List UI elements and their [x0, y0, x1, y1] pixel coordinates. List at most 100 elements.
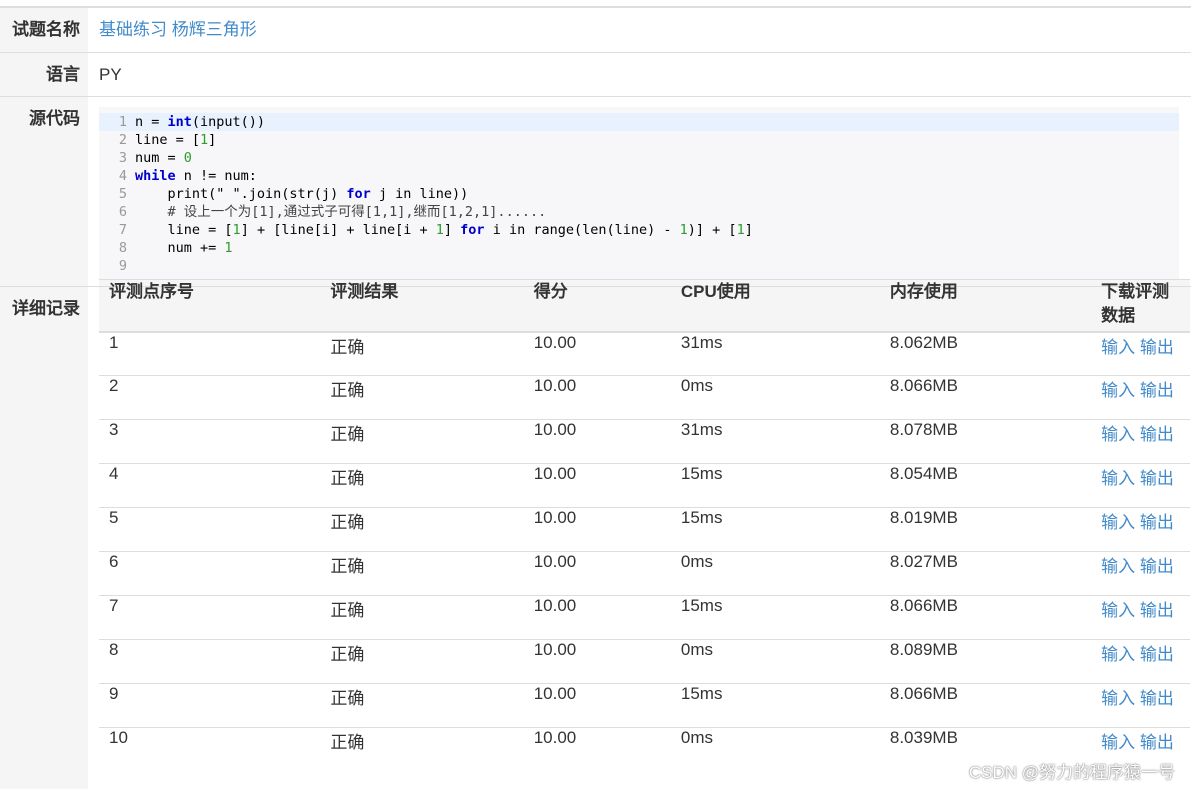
code-token: 1 — [232, 222, 241, 238]
download-input-link[interactable]: 输入 — [1101, 338, 1135, 357]
code-token: ] — [208, 132, 217, 148]
problem-title-row: 试题名称 基础练习 杨辉三角形 — [0, 7, 1191, 53]
code-token: 1 — [736, 222, 745, 238]
download-output-link[interactable]: 输出 — [1140, 733, 1174, 752]
problem-title-link[interactable]: 基础练习 杨辉三角形 — [99, 20, 257, 39]
download-input-link[interactable]: 输入 — [1101, 469, 1135, 488]
memory-cell: 8.089MB — [879, 639, 1092, 684]
cpu-cell: 0ms — [670, 727, 880, 772]
table-row: 5 正确 10.00 15ms 8.019MB 输入 输出 — [99, 507, 1190, 552]
download-cell: 输入 输出 — [1091, 331, 1190, 376]
memory-cell: 8.066MB — [879, 683, 1092, 728]
code-line: 5 print(" ".join(str(j) for j in line)) — [99, 185, 1179, 203]
memory-cell: 8.054MB — [879, 463, 1092, 508]
case-number-cell: 2 — [99, 375, 321, 420]
download-output-link[interactable]: 输出 — [1140, 601, 1174, 620]
download-input-link[interactable]: 输入 — [1101, 513, 1135, 532]
case-number-cell: 9 — [99, 683, 321, 728]
score-cell: 10.00 — [523, 419, 671, 464]
submission-info-table: 试题名称 基础练习 杨辉三角形 语言 PY 源代码 1n = int(input… — [0, 7, 1191, 789]
table-row: 1 正确 10.00 31ms 8.062MB 输入 输出 — [99, 331, 1190, 376]
code-token: n = — [135, 114, 168, 130]
code-token: while — [135, 168, 176, 184]
result-cell: 正确 — [320, 419, 524, 464]
memory-cell: 8.066MB — [879, 595, 1092, 640]
download-input-link[interactable]: 输入 — [1101, 689, 1135, 708]
download-output-link[interactable]: 输出 — [1140, 469, 1174, 488]
download-input-link[interactable]: 输入 — [1101, 733, 1135, 752]
cpu-cell: 31ms — [670, 419, 880, 464]
download-input-link[interactable]: 输入 — [1101, 381, 1135, 400]
download-output-link[interactable]: 输出 — [1140, 381, 1174, 400]
result-cell: 正确 — [320, 375, 524, 420]
cpu-cell: 0ms — [670, 551, 880, 596]
score-cell: 10.00 — [523, 463, 671, 508]
header-result: 评测结果 — [320, 279, 524, 333]
download-output-link[interactable]: 输出 — [1140, 645, 1174, 664]
score-cell: 10.00 — [523, 551, 671, 596]
download-cell: 输入 输出 — [1091, 419, 1190, 464]
download-output-link[interactable]: 输出 — [1140, 338, 1174, 357]
cpu-cell: 15ms — [670, 507, 880, 552]
code-line: 6 # 设上一个为[1],通过式子可得[1,1],继而[1,2,1]...... — [99, 203, 1179, 221]
download-input-link[interactable]: 输入 — [1101, 425, 1135, 444]
download-cell: 输入 输出 — [1091, 683, 1190, 728]
code-token: num = — [135, 150, 184, 166]
download-output-link[interactable]: 输出 — [1140, 425, 1174, 444]
result-cell: 正确 — [320, 683, 524, 728]
code-token: print(" ".join(str(j) — [135, 186, 347, 202]
download-output-link[interactable]: 输出 — [1140, 557, 1174, 576]
results-header-row: 评测点序号 评测结果 得分 CPU使用 内存使用 下载评测数据 — [99, 279, 1190, 333]
code-text: print(" ".join(str(j) for j in line)) — [135, 185, 469, 203]
download-input-link[interactable]: 输入 — [1101, 601, 1135, 620]
table-row: 7 正确 10.00 15ms 8.066MB 输入 输出 — [99, 595, 1190, 640]
case-number-cell: 7 — [99, 595, 321, 640]
code-token: i in range(len(line) - — [484, 222, 680, 238]
code-line: 2 line = [1] — [99, 131, 1179, 149]
code-text: # 设上一个为[1],通过式子可得[1,1],继而[1,2,1]...... — [135, 203, 547, 221]
case-number-cell: 3 — [99, 419, 321, 464]
table-row: 4 正确 10.00 15ms 8.054MB 输入 输出 — [99, 463, 1190, 508]
line-number: 8 — [118, 240, 127, 256]
score-cell: 10.00 — [523, 727, 671, 772]
code-line: 1 n = int(input()) — [99, 113, 1179, 131]
code-token: 1 — [435, 222, 444, 238]
code-token: n != num: — [175, 168, 257, 184]
source-code-label: 源代码 — [0, 96, 88, 287]
detail-label: 详细记录 — [0, 286, 88, 789]
code-text: num += 1 — [135, 239, 233, 257]
cpu-cell: 0ms — [670, 639, 880, 684]
code-token: int — [167, 114, 192, 130]
code-token: 1 — [679, 222, 688, 238]
score-cell: 10.00 — [523, 639, 671, 684]
code-line: 7 line = [1] + [line[i] + line[i + 1] fo… — [99, 221, 1179, 239]
result-cell: 正确 — [320, 331, 524, 376]
download-input-link[interactable]: 输入 — [1101, 645, 1135, 664]
table-row: 8 正确 10.00 0ms 8.089MB 输入 输出 — [99, 639, 1190, 684]
detail-row: 详细记录 评测点序号 评测结果 得分 CPU使用 内存使用 下载评测数据 1 正确… — [0, 279, 1191, 789]
code-token: # 设上一个为[1],通过式子可得[1,1],继而[1,2,1]...... — [135, 204, 547, 220]
case-number-cell: 8 — [99, 639, 321, 684]
download-input-link[interactable]: 输入 — [1101, 557, 1135, 576]
code-line: 9 — [99, 257, 1179, 275]
code-token: ] — [443, 222, 461, 238]
header-case-no: 评测点序号 — [99, 279, 321, 333]
line-number: 9 — [118, 258, 127, 274]
source-code-block[interactable]: 1n = int(input()) 2 line = [1] 3 num = 0 4 whi… — [99, 107, 1179, 281]
memory-cell: 8.066MB — [879, 375, 1092, 420]
csdn-watermark: CSDN @努力的程序猿一号 — [968, 763, 1175, 782]
result-cell: 正确 — [320, 727, 524, 772]
line-number: 5 — [118, 186, 127, 202]
case-number-cell: 6 — [99, 551, 321, 596]
language-value: PY — [88, 52, 1191, 97]
cpu-cell: 31ms — [670, 331, 880, 376]
line-number: 6 — [118, 204, 127, 220]
cpu-cell: 0ms — [670, 375, 880, 420]
code-token: ] — [744, 222, 753, 238]
download-output-link[interactable]: 输出 — [1140, 513, 1174, 532]
memory-cell: 8.027MB — [879, 551, 1092, 596]
result-cell: 正确 — [320, 595, 524, 640]
download-output-link[interactable]: 输出 — [1140, 689, 1174, 708]
score-cell: 10.00 — [523, 683, 671, 728]
cpu-cell: 15ms — [670, 595, 880, 640]
